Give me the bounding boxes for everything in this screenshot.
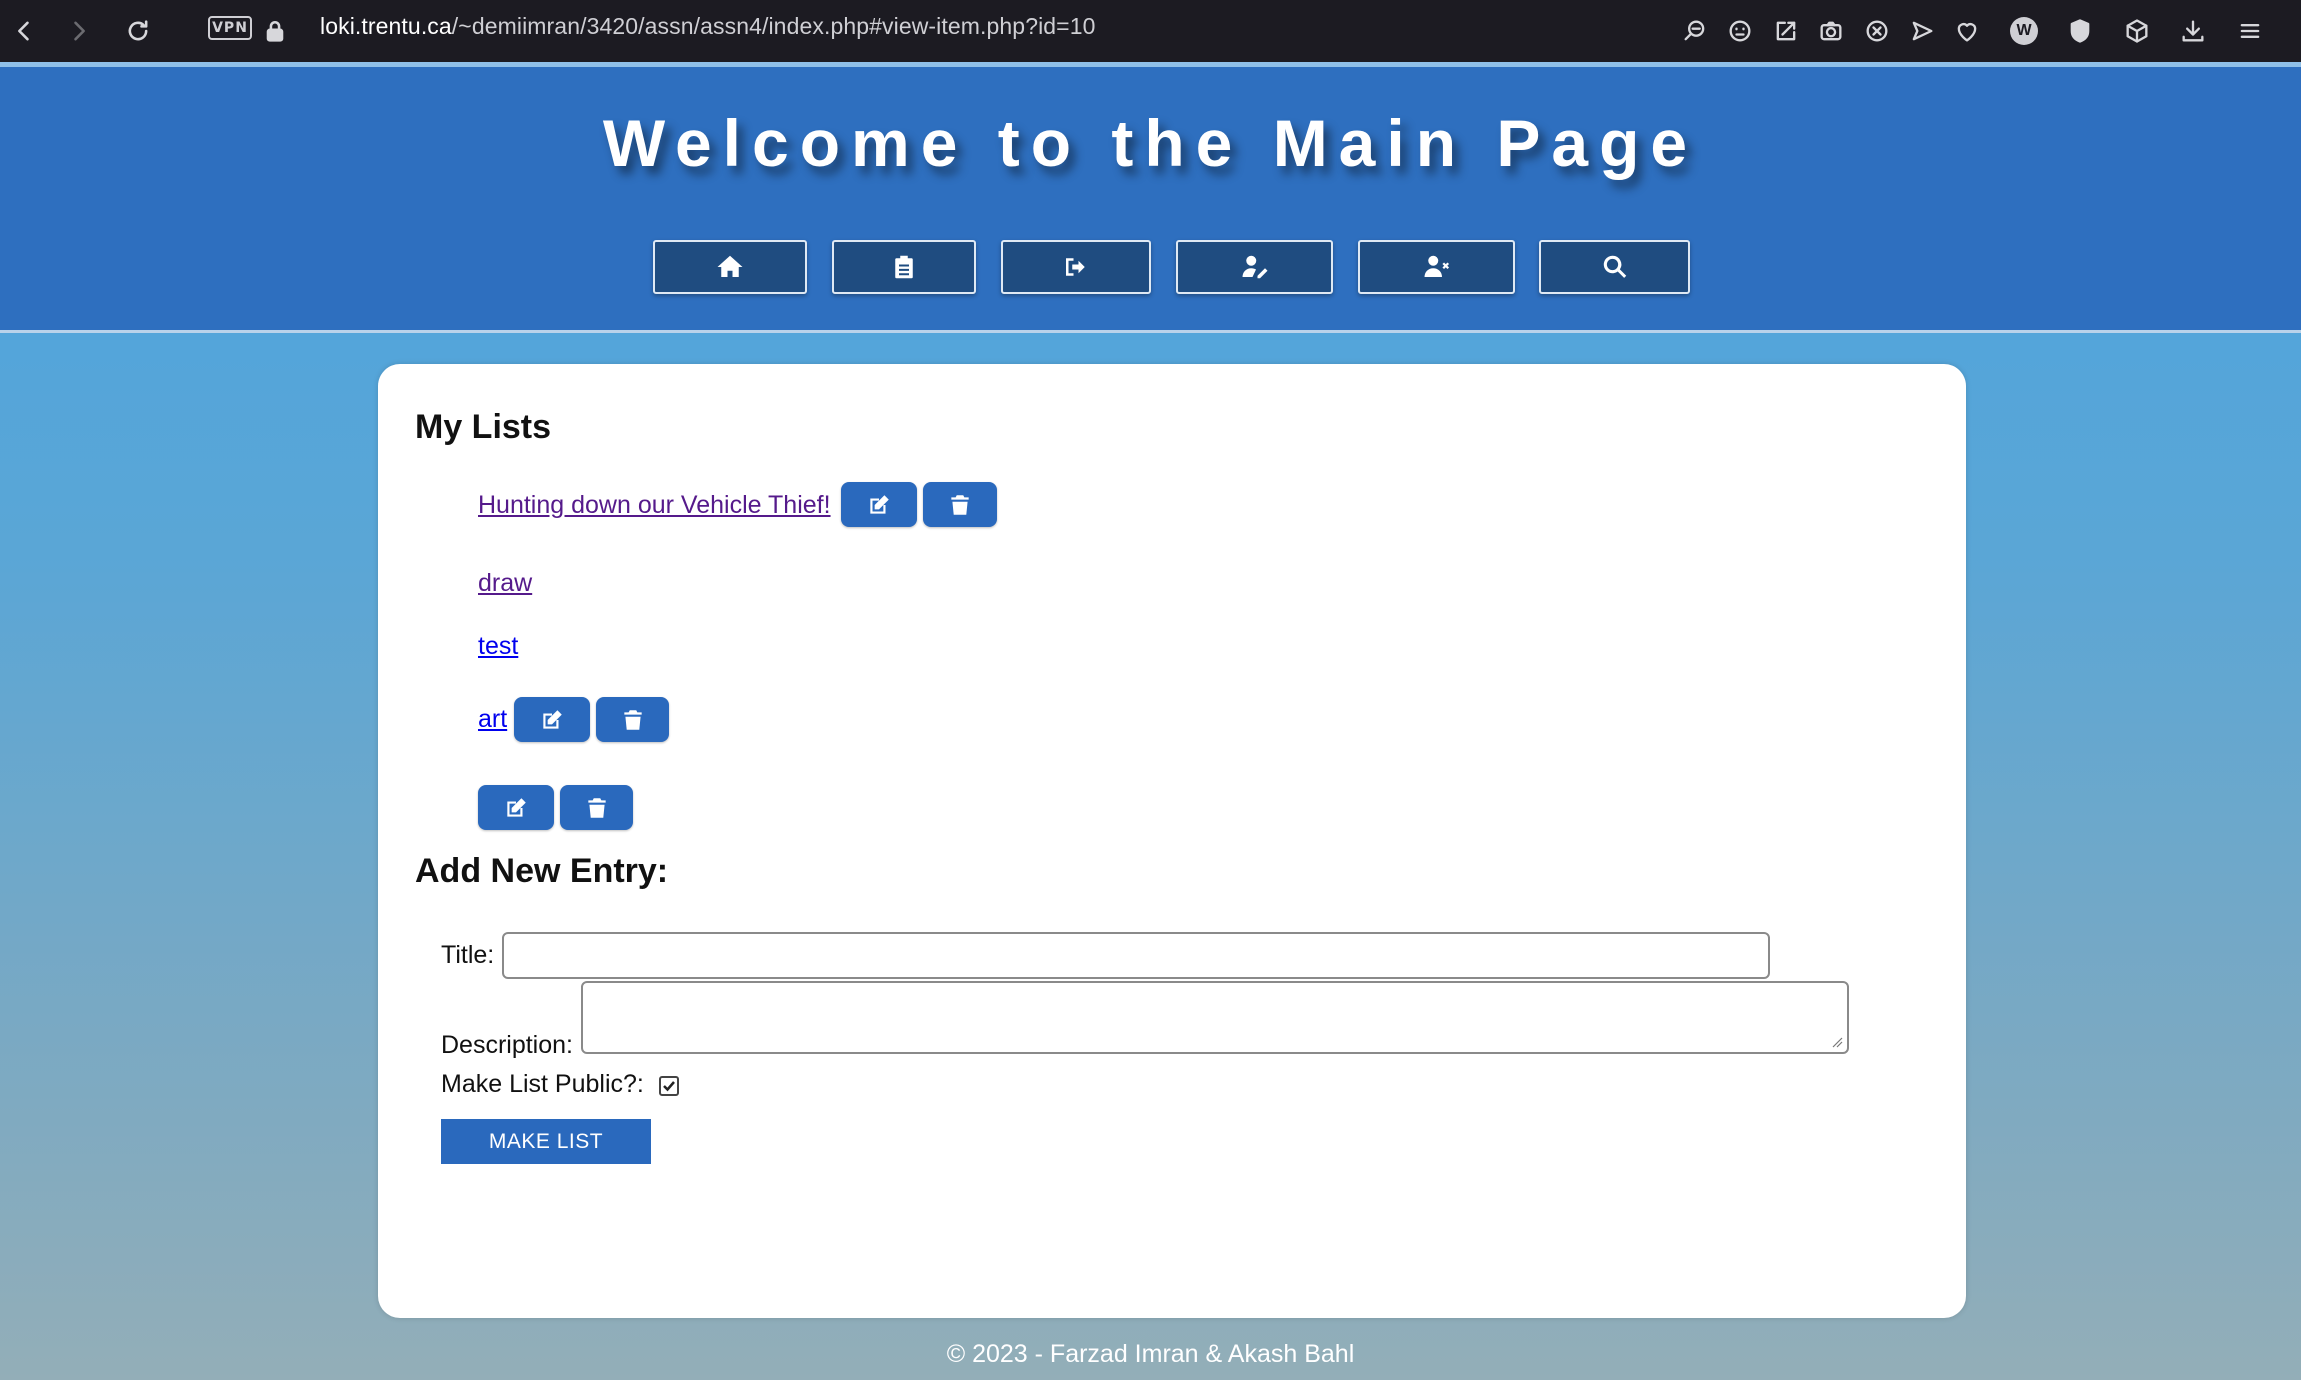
site-header: Welcome to the Main Page [0, 67, 2301, 333]
search-icon [1603, 255, 1626, 278]
description-label: Description: [441, 1031, 573, 1059]
clipboard-icon [895, 255, 913, 279]
emoji-icon[interactable] [1723, 14, 1757, 48]
lock-icon[interactable] [260, 15, 290, 47]
edit-icon [543, 709, 562, 729]
nav-edit-profile-button[interactable] [1176, 240, 1333, 294]
close-circle-icon[interactable] [1860, 14, 1894, 48]
trash-icon [623, 709, 642, 730]
list-link[interactable]: draw [478, 569, 532, 598]
checkmark-icon [663, 1081, 675, 1092]
nav-search-button[interactable] [1539, 240, 1690, 294]
main-card: My Lists Hunting down our Vehicle Thief!… [378, 364, 1966, 1318]
resize-grip-icon[interactable] [1831, 1036, 1843, 1048]
edit-list-button[interactable] [841, 482, 917, 527]
reload-icon[interactable] [122, 15, 154, 47]
share-icon[interactable] [1769, 14, 1803, 48]
forward-icon[interactable] [63, 15, 95, 47]
list-link[interactable]: Hunting down our Vehicle Thief! [478, 491, 831, 520]
back-icon[interactable] [8, 15, 40, 47]
list-link[interactable]: test [478, 632, 518, 661]
box-icon[interactable] [2120, 14, 2154, 48]
camera-icon[interactable] [1814, 14, 1848, 48]
browser-toolbar: VPN loki.trentu.ca/~demiimran/3420/assn/… [0, 0, 2301, 62]
vpn-badge[interactable]: VPN [208, 16, 252, 40]
delete-list-button[interactable] [596, 697, 669, 742]
home-icon [717, 255, 743, 277]
url-host: loki.trentu.ca [320, 13, 452, 39]
delete-list-button[interactable] [923, 482, 997, 527]
browser-extension-icons: W [1651, 10, 2301, 50]
user-edit-icon [1242, 255, 1267, 279]
delete-list-button[interactable] [560, 785, 633, 830]
ublock-icon[interactable] [2063, 14, 2097, 48]
send-icon[interactable] [1905, 14, 1939, 48]
user-remove-icon [1424, 255, 1449, 277]
edit-list-button[interactable] [514, 697, 590, 742]
address-bar[interactable]: loki.trentu.ca/~demiimran/3420/assn/assn… [320, 13, 1096, 40]
title-label: Title: [441, 941, 495, 969]
logout-icon [1066, 258, 1085, 276]
public-checkbox[interactable] [659, 1076, 679, 1096]
add-entry-heading: Add New Entry: [415, 852, 669, 890]
page-title: Welcome to the Main Page [602, 106, 1699, 180]
trash-icon [951, 494, 969, 515]
title-input[interactable] [502, 932, 1770, 979]
edit-list-button[interactable] [478, 785, 554, 830]
heart-icon[interactable] [1950, 14, 1984, 48]
edit-icon [870, 494, 889, 514]
zoom-icon[interactable] [1678, 14, 1712, 48]
nav-home-button[interactable] [653, 240, 807, 294]
trash-icon [587, 797, 606, 818]
nav-delete-account-button[interactable] [1358, 240, 1515, 294]
list-link[interactable]: art [478, 705, 507, 734]
make-list-button[interactable]: MAKE LIST [441, 1119, 651, 1164]
url-path: /~demiimran/3420/assn/assn4/index.php#vi… [451, 13, 1096, 39]
nav-logout-button[interactable] [1001, 240, 1151, 294]
wallet-icon[interactable]: W [2007, 14, 2041, 48]
download-icon[interactable] [2176, 14, 2210, 48]
public-label: Make List Public?: [441, 1070, 644, 1098]
nav-lists-button[interactable] [832, 240, 976, 294]
site-footer: © 2023 - Farzad Imran & Akash Bahl [946, 1340, 1355, 1368]
my-lists-heading: My Lists [415, 408, 552, 446]
menu-icon[interactable] [2233, 14, 2267, 48]
description-textarea[interactable] [581, 981, 1849, 1054]
edit-icon [507, 797, 526, 817]
